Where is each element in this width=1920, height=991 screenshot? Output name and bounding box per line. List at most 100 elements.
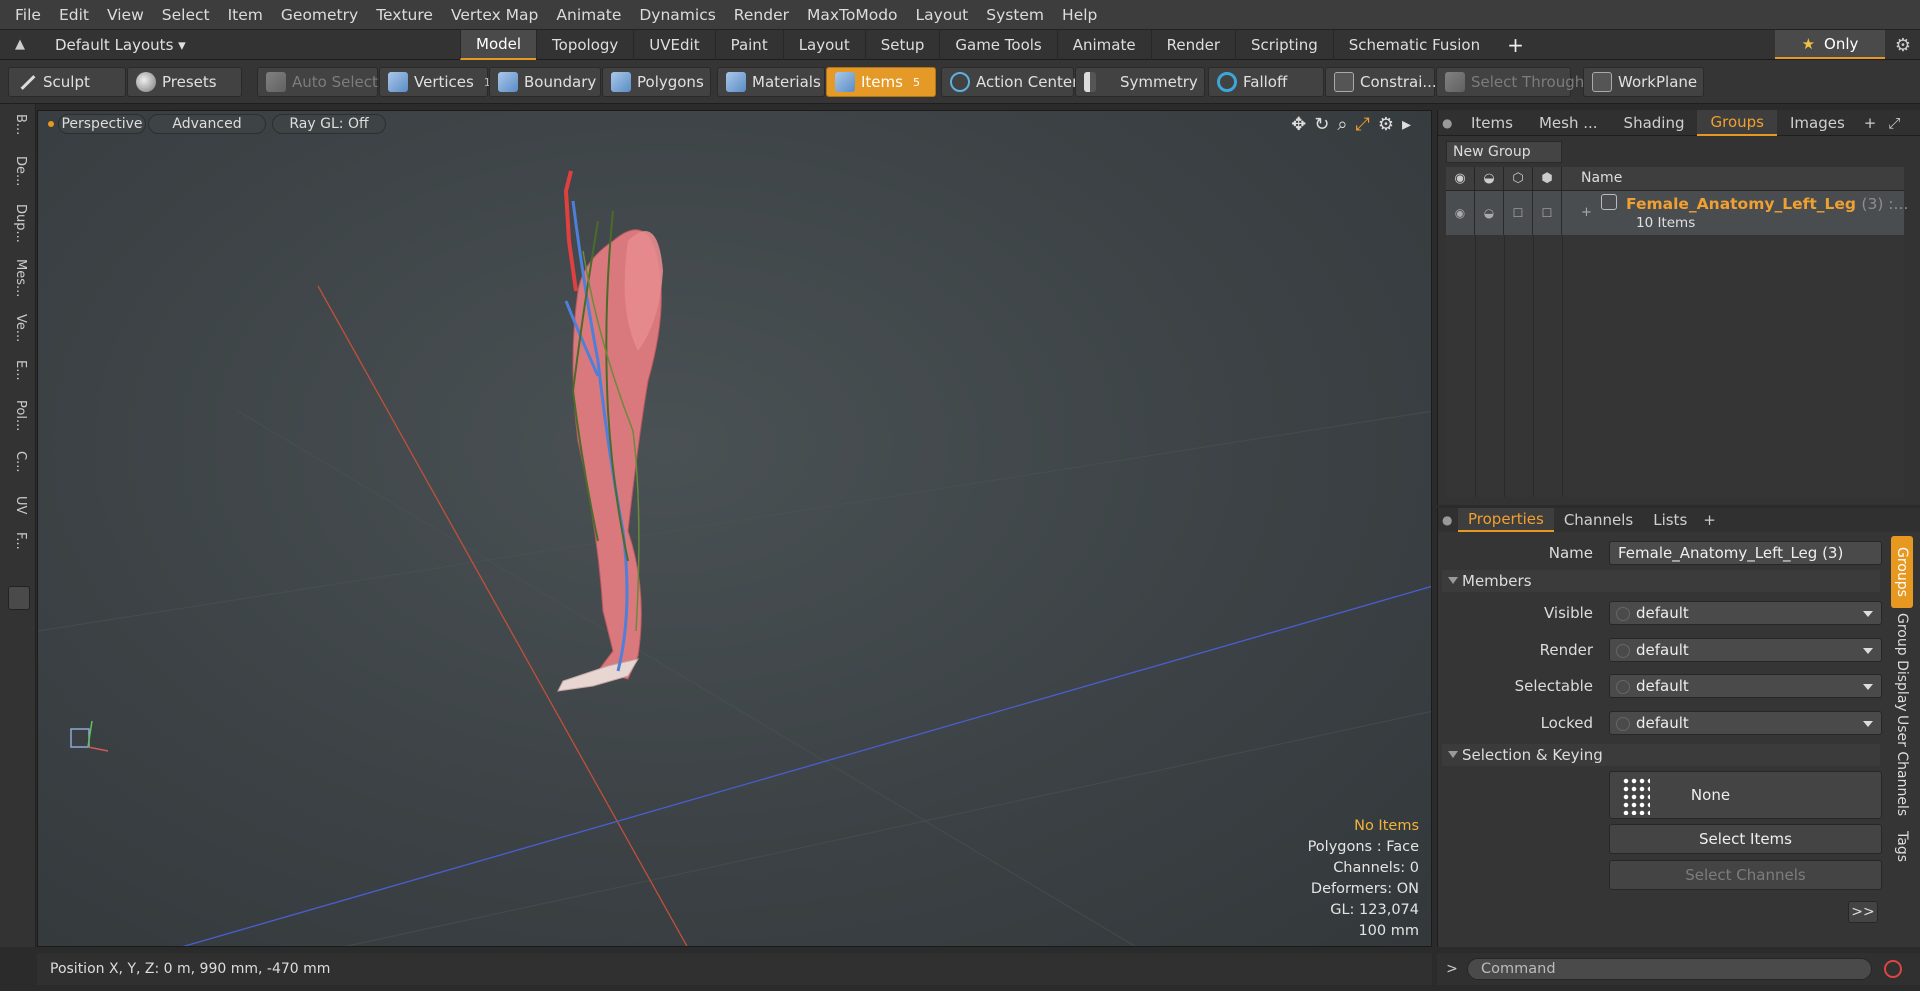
group-row[interactable]: ◉ ◒ ☐ ☐ + Female_Anatomy_Left_Leg (3) :.… (1446, 191, 1908, 235)
add-tab-button[interactable]: + (1495, 30, 1536, 60)
tab-images[interactable]: Images (1777, 110, 1858, 136)
tab-groups[interactable]: Groups (1697, 109, 1777, 136)
viewport-options-dot[interactable] (48, 121, 54, 127)
polygons-button[interactable]: Polygons (602, 67, 711, 97)
side-tab-group-display[interactable]: Group Display (1891, 613, 1913, 712)
action-center-button[interactable]: Action Center (941, 67, 1078, 97)
group-name-field[interactable]: Female_Anatomy_Left_Leg (3) (1609, 541, 1882, 565)
tab-render[interactable]: Render (1150, 30, 1235, 60)
left-tab-mesh[interactable]: Mes... (8, 259, 28, 301)
workplane-button[interactable]: WorkPlane (1583, 67, 1704, 97)
none-button[interactable]: None (1609, 771, 1882, 819)
render-header-icon[interactable]: ◒ (1475, 167, 1504, 191)
shading-dropdown[interactable]: Advanced (148, 114, 266, 134)
tab-layout[interactable]: Layout (782, 30, 865, 60)
visibility-header-icon[interactable]: ◉ (1446, 167, 1475, 191)
left-tab-polygon[interactable]: Pol... (8, 400, 28, 438)
menu-geometry[interactable]: Geometry (272, 6, 367, 24)
tab-uvedit[interactable]: UVEdit (633, 30, 714, 60)
auto-select-button[interactable]: Auto Select (257, 67, 378, 97)
expand-group-icon[interactable]: + (1581, 205, 1592, 220)
constraints-button[interactable]: Constrai... (1325, 67, 1437, 97)
zoom-icon[interactable]: ⌕ (1337, 114, 1347, 135)
more-button[interactable]: >> (1848, 901, 1878, 923)
items-button[interactable]: Items 5 (826, 67, 936, 97)
tab-game-tools[interactable]: Game Tools (939, 30, 1056, 60)
tab-shading[interactable]: Shading (1611, 110, 1698, 136)
command-input[interactable]: Command (1467, 958, 1872, 980)
panel-handle-icon[interactable]: ● (1438, 116, 1458, 130)
panel-maximize-icon[interactable]: ⤢ (1882, 114, 1906, 132)
tab-paint[interactable]: Paint (714, 30, 783, 60)
left-tab-deform[interactable]: De... (8, 156, 28, 192)
menu-render[interactable]: Render (725, 6, 798, 24)
side-tab-groups[interactable]: Groups (1891, 536, 1913, 608)
menu-item[interactable]: Item (219, 6, 272, 24)
gear-icon[interactable]: ⚙ (1886, 30, 1920, 60)
selection-keying-section[interactable]: Selection & Keying (1442, 744, 1880, 766)
menu-dynamics[interactable]: Dynamics (630, 6, 724, 24)
add-panel-tab-icon[interactable]: + (1858, 114, 1883, 132)
menu-help[interactable]: Help (1053, 6, 1106, 24)
render-dropdown[interactable]: default (1609, 638, 1882, 662)
group-name[interactable]: Female_Anatomy_Left_Leg (3) :... (1626, 195, 1908, 213)
menu-select[interactable]: Select (153, 6, 219, 24)
left-strip-toggle[interactable] (8, 586, 30, 610)
visible-dropdown[interactable]: default (1609, 601, 1882, 625)
view-mode-dropdown[interactable]: Perspective (58, 114, 146, 134)
tab-properties[interactable]: Properties (1458, 508, 1554, 532)
boundary-button[interactable]: Boundary (489, 67, 601, 97)
tab-model[interactable]: Model (460, 30, 537, 60)
layout-preset-dropdown[interactable]: Default Layouts ▾ (40, 36, 460, 54)
lock-toggle-icon[interactable]: ☐ (1533, 191, 1562, 235)
select-toggle-icon[interactable]: ☐ (1504, 191, 1533, 235)
menu-vertex-map[interactable]: Vertex Map (442, 6, 547, 24)
materials-button[interactable]: Materials (717, 67, 825, 97)
record-macro-icon[interactable] (1884, 960, 1902, 978)
locked-dropdown[interactable]: default (1609, 711, 1882, 735)
tab-lists[interactable]: Lists (1643, 508, 1697, 532)
select-header-icon[interactable]: ⬡ (1504, 167, 1533, 191)
left-tab-duplicate[interactable]: Dup... (8, 204, 28, 246)
side-tab-user-channels[interactable]: User Channels (1891, 715, 1913, 816)
selectable-dropdown[interactable]: default (1609, 674, 1882, 698)
sculpt-button[interactable]: Sculpt (8, 67, 126, 97)
new-group-button[interactable]: New Group (1446, 141, 1562, 163)
add-properties-tab-icon[interactable]: + (1697, 511, 1722, 529)
settings-icon[interactable]: ⚙ (1378, 114, 1394, 135)
expand-icon[interactable]: ▸ (1402, 114, 1411, 135)
select-items-button[interactable]: Select Items (1609, 824, 1882, 854)
menu-animate[interactable]: Animate (547, 6, 630, 24)
select-through-button[interactable]: Select Through (1436, 67, 1584, 97)
tab-items[interactable]: Items (1458, 110, 1526, 136)
lock-header-icon[interactable]: ⬢ (1533, 167, 1562, 191)
tab-mesh[interactable]: Mesh ... (1526, 110, 1611, 136)
menu-maxtomodo[interactable]: MaxToModo (798, 6, 907, 24)
only-button[interactable]: ★ Only (1775, 30, 1885, 59)
tab-topology[interactable]: Topology (536, 30, 633, 60)
members-section[interactable]: Members (1442, 570, 1880, 592)
tab-animate[interactable]: Animate (1056, 30, 1151, 60)
maximize-icon[interactable]: ⤢ (1355, 114, 1369, 135)
left-tab-uv[interactable]: UV (8, 496, 28, 524)
menu-view[interactable]: View (98, 6, 153, 24)
left-tab-vertex[interactable]: Ve... (8, 314, 28, 344)
properties-handle-icon[interactable]: ● (1438, 513, 1458, 527)
left-tab-fusion[interactable]: F... (8, 532, 28, 562)
collapse-icon[interactable]: ▲ (0, 37, 40, 52)
visibility-toggle-icon[interactable]: ◉ (1446, 191, 1475, 235)
vertices-button[interactable]: Vertices 1 (379, 67, 491, 97)
pan-icon[interactable]: ✥ (1291, 114, 1306, 135)
render-toggle-icon[interactable]: ◒ (1475, 191, 1504, 235)
menu-edit[interactable]: Edit (50, 6, 98, 24)
symmetry-button[interactable]: Symmetry (1075, 67, 1205, 97)
left-tab-edge[interactable]: E... (8, 360, 28, 386)
tab-setup[interactable]: Setup (864, 30, 940, 60)
select-channels-button[interactable]: Select Channels (1609, 860, 1882, 890)
rotate-icon[interactable]: ↻ (1314, 114, 1329, 135)
tab-schematic-fusion[interactable]: Schematic Fusion (1332, 30, 1495, 60)
3d-viewport[interactable]: Perspective Advanced Ray GL: Off ✥ ↻ ⌕ ⤢… (37, 110, 1432, 947)
tab-channels[interactable]: Channels (1554, 508, 1643, 532)
name-column-header[interactable]: Name (1581, 170, 1622, 186)
left-tab-curve[interactable]: C... (8, 451, 28, 481)
